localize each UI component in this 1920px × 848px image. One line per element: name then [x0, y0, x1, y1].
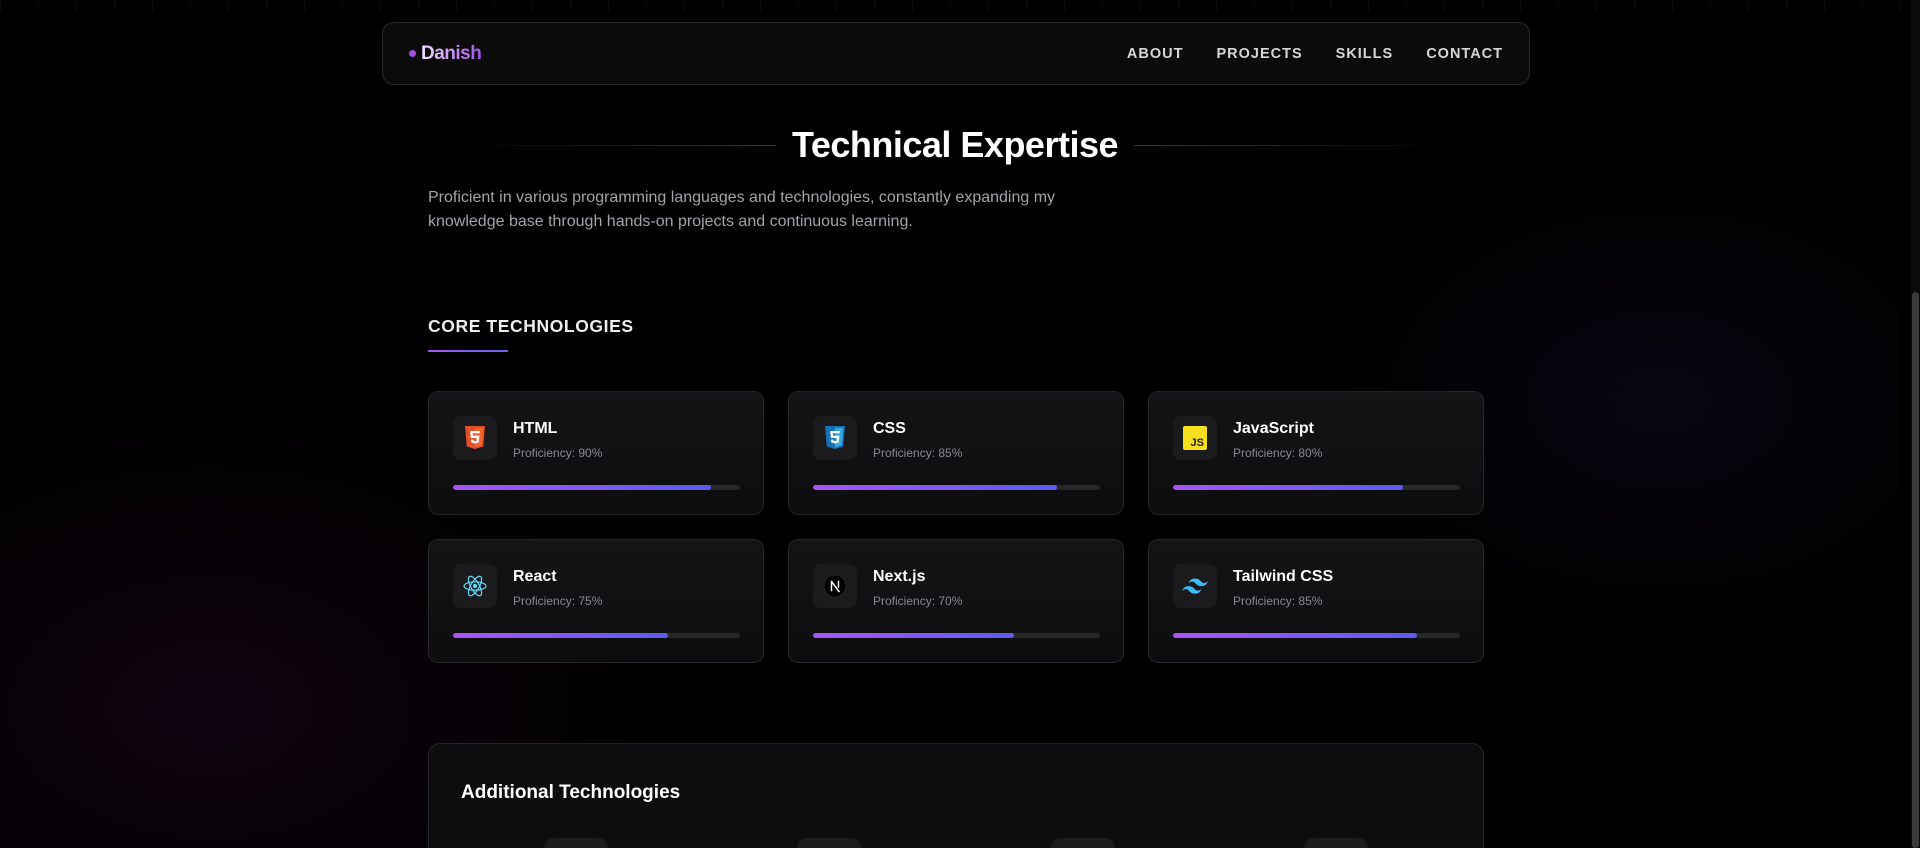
proficiency-bar	[813, 633, 1100, 638]
core-technologies-heading: CORE TECHNOLOGIES	[428, 316, 634, 336]
additional-tech-tile	[1304, 838, 1368, 848]
core-technologies-underline	[428, 350, 508, 352]
proficiency-bar	[1173, 485, 1460, 490]
nav-link-contact[interactable]: CONTACT	[1426, 46, 1503, 62]
skill-proficiency-label: Proficiency: 75%	[513, 594, 603, 608]
additional-technologies-panel: Additional Technologies	[428, 743, 1484, 848]
proficiency-bar-fill	[1173, 633, 1417, 638]
nextjs-icon	[813, 564, 857, 608]
skill-name: JavaScript	[1233, 420, 1314, 437]
skill-name: React	[513, 568, 557, 585]
skill-card-javascript: JS JavaScript Proficiency: 80%	[1148, 391, 1484, 515]
skill-card-css: CSS Proficiency: 85%	[788, 391, 1124, 515]
skill-name: Tailwind CSS	[1233, 568, 1334, 585]
page-scrollbar[interactable]	[1911, 0, 1920, 848]
skill-card-react: React Proficiency: 75%	[428, 539, 764, 663]
proficiency-bar	[813, 485, 1100, 490]
tailwind-icon	[1173, 564, 1217, 608]
nav-link-skills[interactable]: SKILLS	[1336, 46, 1394, 62]
react-icon	[453, 564, 497, 608]
logo-text: Danish	[421, 42, 482, 64]
logo-link[interactable]: Danish	[409, 42, 482, 65]
skill-name: Next.js	[873, 568, 926, 585]
logo-dot-icon	[409, 50, 416, 57]
title-divider-right	[1134, 144, 1451, 146]
additional-technologies-title: Additional Technologies	[461, 782, 681, 803]
nav-links: ABOUT PROJECTS SKILLS CONTACT	[1127, 46, 1503, 62]
nav-link-projects[interactable]: PROJECTS	[1216, 46, 1302, 62]
scrollbar-thumb[interactable]	[1912, 292, 1919, 848]
proficiency-bar	[453, 633, 740, 638]
proficiency-bar-fill	[453, 485, 712, 490]
title-divider-left	[460, 144, 777, 146]
javascript-icon: JS	[1173, 416, 1217, 460]
nav-link-about[interactable]: ABOUT	[1127, 46, 1184, 62]
additional-tech-tile	[544, 838, 608, 848]
proficiency-bar-fill	[1173, 485, 1403, 490]
skill-card-html: HTML Proficiency: 90%	[428, 391, 764, 515]
skill-card-nextjs: Next.js Proficiency: 70%	[788, 539, 1124, 663]
skill-proficiency-label: Proficiency: 80%	[1233, 446, 1323, 460]
html5-icon	[453, 416, 497, 460]
svg-text:JS: JS	[1191, 437, 1204, 449]
skill-name: HTML	[513, 420, 558, 437]
section-description: Proficient in various programming langua…	[428, 189, 1056, 230]
skill-proficiency-label: Proficiency: 85%	[873, 446, 963, 460]
background-grid	[0, 0, 1920, 12]
additional-tech-tile	[1051, 838, 1115, 848]
proficiency-bar-fill	[453, 633, 669, 638]
skill-proficiency-label: Proficiency: 85%	[1233, 594, 1323, 608]
proficiency-bar	[1173, 633, 1460, 638]
skill-card-tailwind: Tailwind CSS Proficiency: 85%	[1148, 539, 1484, 663]
skill-proficiency-label: Proficiency: 90%	[513, 446, 603, 460]
skill-proficiency-label: Proficiency: 70%	[873, 594, 963, 608]
proficiency-bar-fill	[813, 485, 1057, 490]
section-title: Technical Expertise	[792, 124, 1118, 165]
navbar: Danish ABOUT PROJECTS SKILLS CONTACT	[382, 22, 1530, 85]
proficiency-bar-fill	[813, 633, 1014, 638]
skill-name: CSS	[873, 420, 906, 437]
css3-icon	[813, 416, 857, 460]
section-heading: Technical Expertise	[460, 120, 1451, 170]
additional-tech-tile	[797, 838, 861, 848]
proficiency-bar	[453, 485, 740, 490]
